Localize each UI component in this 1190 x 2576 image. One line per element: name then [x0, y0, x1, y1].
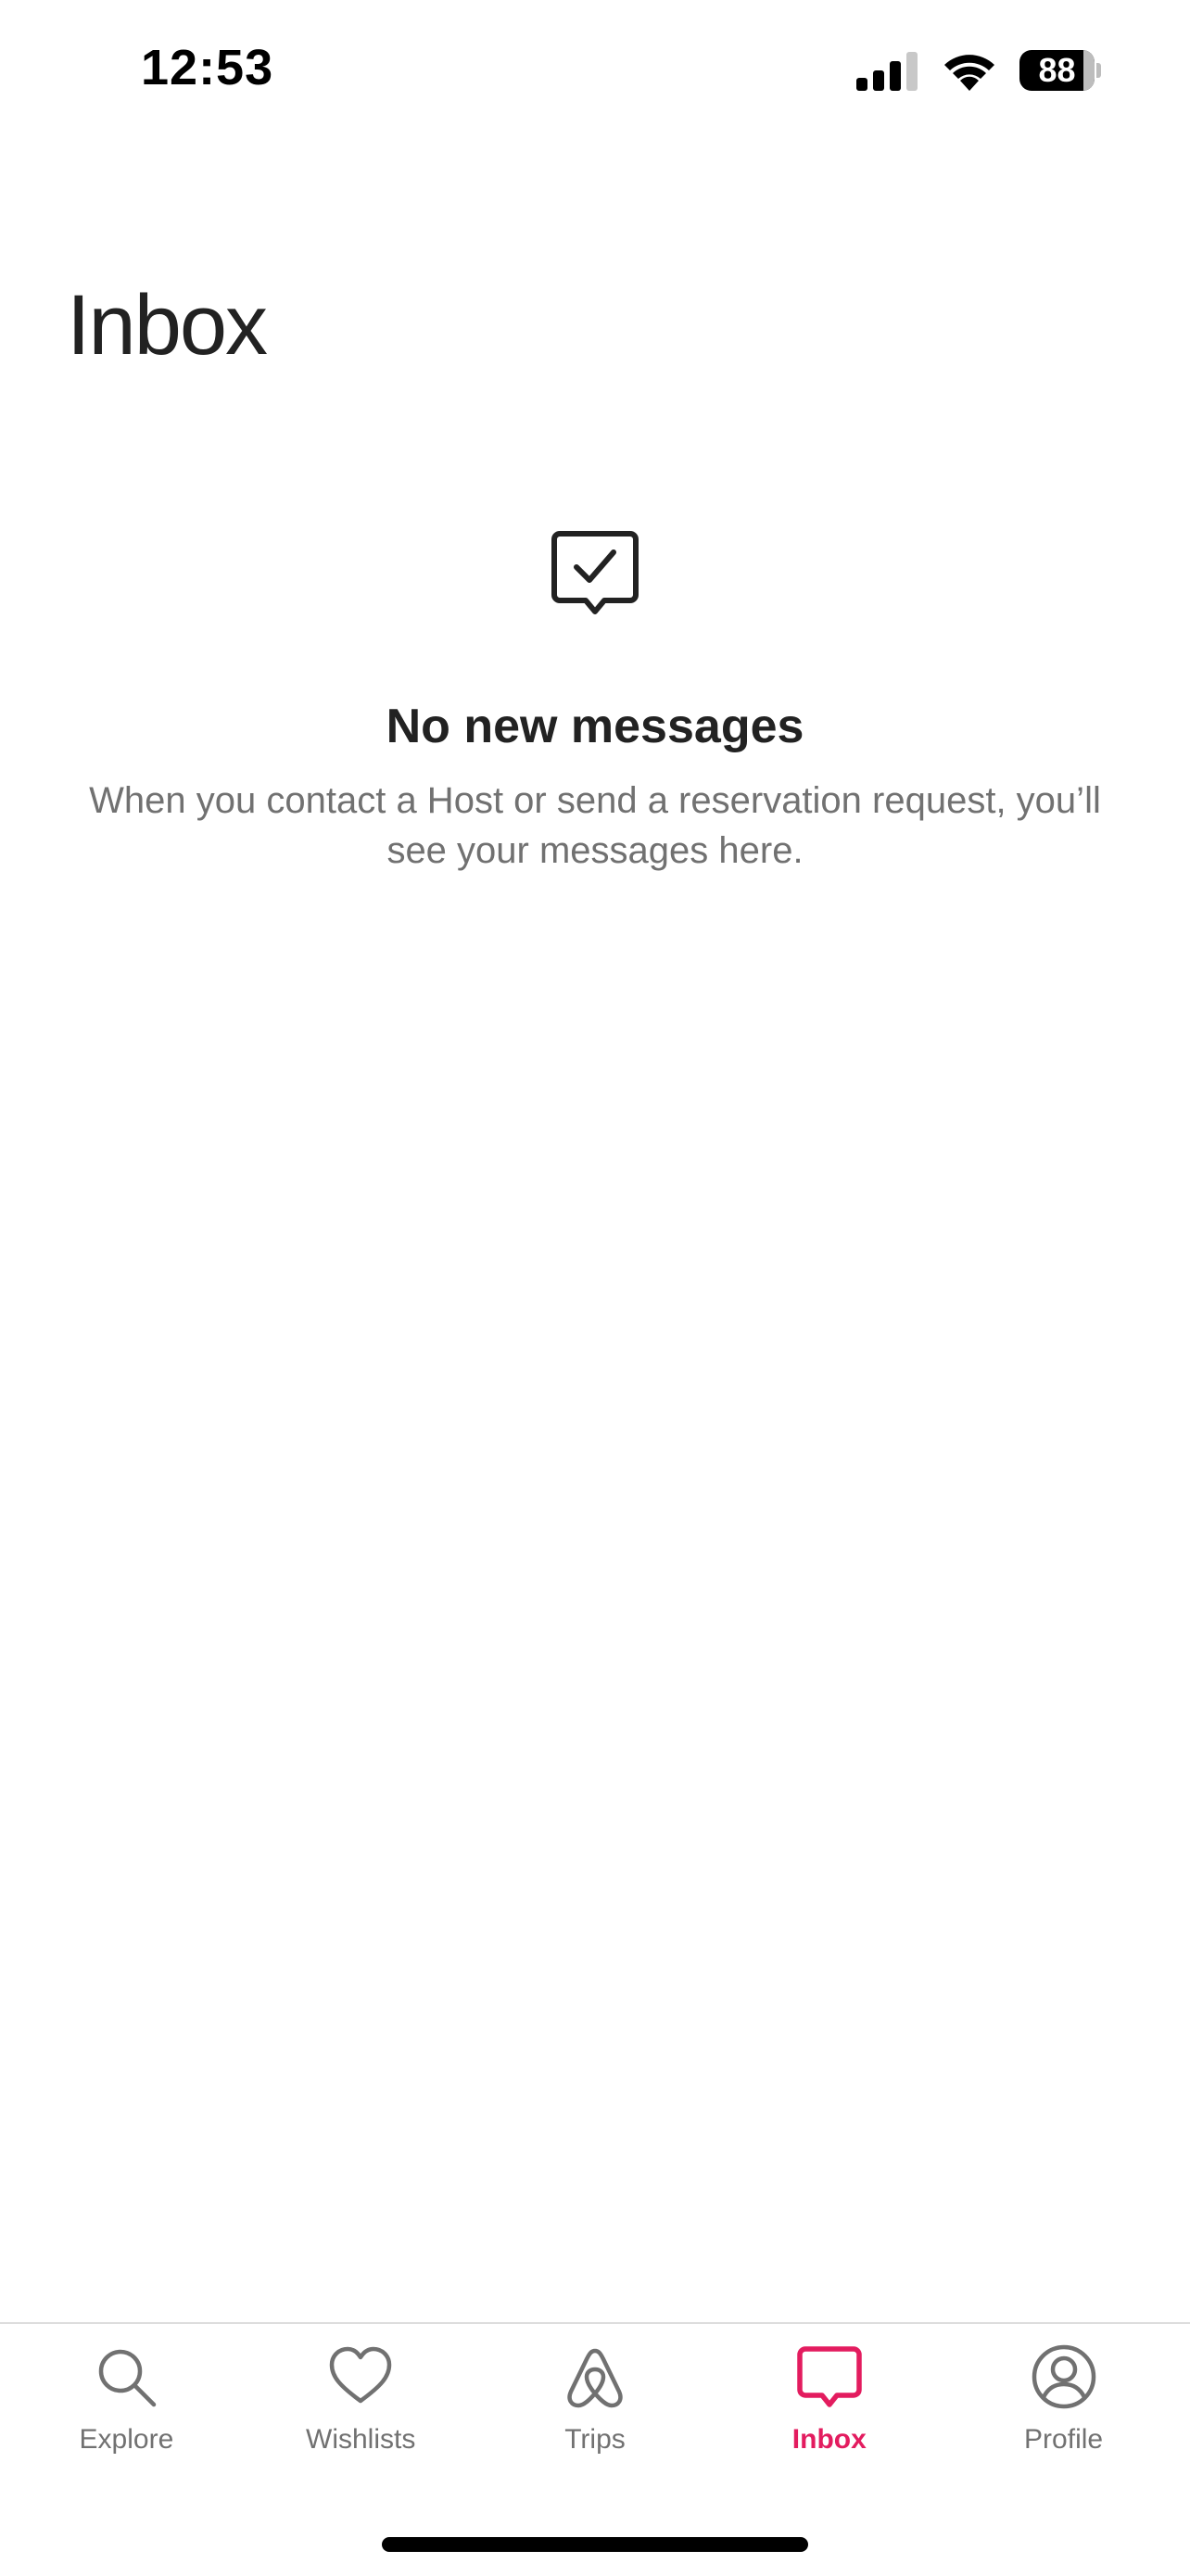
airbnb-logo-icon: [561, 2342, 629, 2411]
tab-trips[interactable]: Trips: [493, 2342, 697, 2456]
status-icons: 88: [856, 44, 1101, 96]
empty-state-title: No new messages: [386, 700, 804, 753]
search-icon: [92, 2342, 160, 2411]
chat-bubble-icon: [795, 2342, 864, 2411]
wifi-icon: [942, 50, 997, 91]
tab-wishlists[interactable]: Wishlists: [259, 2342, 462, 2456]
heart-icon: [326, 2342, 395, 2411]
status-time: 12:53: [141, 40, 274, 95]
home-indicator[interactable]: [382, 2537, 808, 2552]
status-bar: 12:53 88: [0, 0, 1190, 139]
tab-explore[interactable]: Explore: [24, 2342, 228, 2456]
battery-level: 88: [1019, 50, 1095, 91]
empty-state-subtitle: When you contact a Host or send a reserv…: [89, 780, 1101, 872]
profile-icon: [1030, 2342, 1098, 2411]
tab-inbox[interactable]: Inbox: [728, 2342, 931, 2456]
tab-wishlists-label: Wishlists: [306, 2424, 416, 2455]
tab-explore-label: Explore: [79, 2424, 174, 2455]
tab-trips-label: Trips: [564, 2424, 626, 2455]
empty-state: No new messages When you contact a Host …: [0, 530, 1190, 876]
cellular-signal-icon: [856, 50, 919, 91]
battery-percent: 88: [1038, 51, 1076, 89]
battery-icon: 88: [1019, 49, 1101, 92]
chat-check-icon: [551, 530, 639, 619]
page-title: Inbox: [67, 278, 268, 373]
tab-profile-label: Profile: [1024, 2424, 1104, 2455]
tab-profile[interactable]: Profile: [962, 2342, 1166, 2456]
tab-inbox-label: Inbox: [791, 2424, 867, 2455]
